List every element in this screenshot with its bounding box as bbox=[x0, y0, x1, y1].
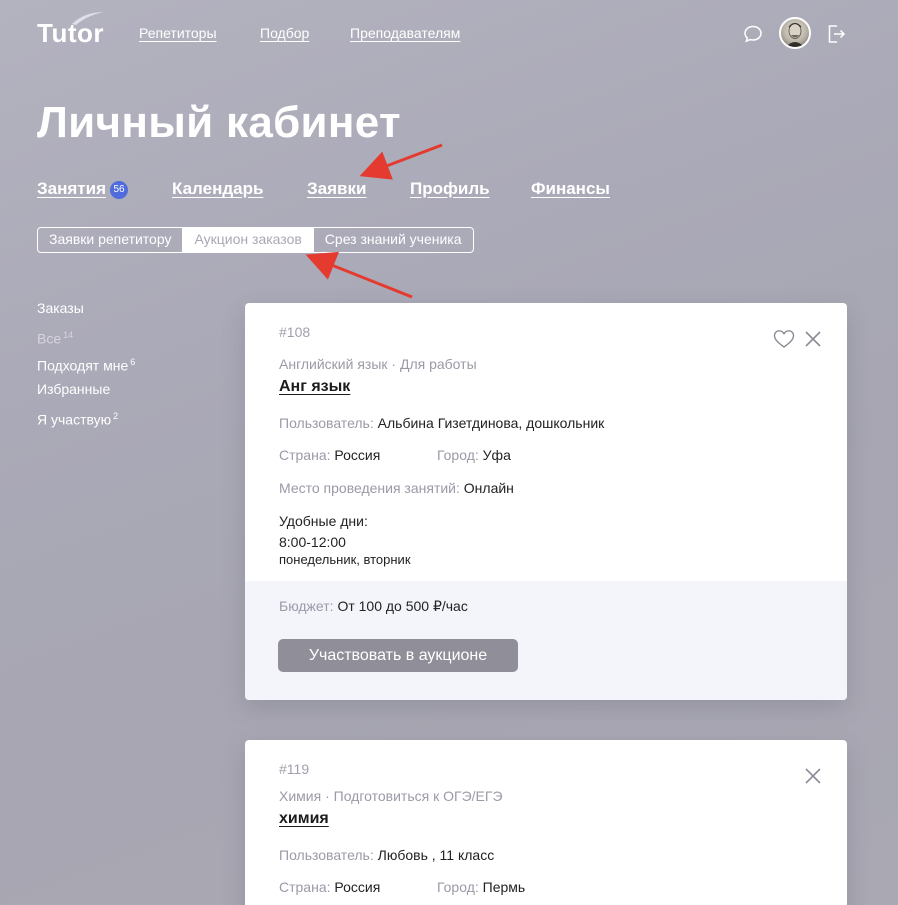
place-label: Место проведения занятий: bbox=[279, 480, 460, 496]
sidebar-heading: Заказы bbox=[37, 300, 84, 316]
sidebar-item-label: Подходят мне bbox=[37, 357, 129, 374]
order-user-row: Пользователь: Любовь , 11 класс bbox=[279, 847, 494, 863]
time-value: 8:00-12:00 bbox=[279, 534, 346, 550]
close-icon[interactable] bbox=[803, 329, 823, 349]
arrow-to-requests-tab bbox=[359, 143, 443, 180]
order-budget-row: Бюджет: От 100 до 500 ₽/час bbox=[279, 598, 468, 615]
favorite-heart-icon[interactable] bbox=[773, 329, 795, 349]
subtabs: Заявки репетитору Аукцион заказов Срез з… bbox=[37, 227, 474, 253]
subtab-order-auction[interactable]: Аукцион заказов bbox=[183, 228, 314, 252]
order-title[interactable]: Анг язык bbox=[279, 378, 350, 396]
sidebar-item-label: Я участвую bbox=[37, 411, 112, 428]
close-icon[interactable] bbox=[803, 766, 823, 786]
order-subject: Английский язык · Для работы bbox=[279, 356, 477, 372]
country-value: Россия bbox=[334, 879, 381, 895]
days-label: Удобные дни: bbox=[279, 513, 368, 529]
sidebar-item-all[interactable]: Все 14 bbox=[37, 327, 135, 354]
order-country-row: Страна: Россия bbox=[279, 447, 380, 463]
country-value: Россия bbox=[334, 447, 381, 463]
logo-swoosh-icon bbox=[72, 12, 104, 25]
avatar-portrait-icon bbox=[786, 22, 804, 47]
order-user-row: Пользователь: Альбина Гизетдинова, дошко… bbox=[279, 415, 604, 431]
subtab-tutor-requests[interactable]: Заявки репетитору bbox=[38, 228, 184, 252]
order-place-row: Место проведения занятий: Онлайн bbox=[279, 480, 514, 496]
user-value: Любовь , 11 класс bbox=[377, 847, 495, 863]
days-value: понедельник, вторник bbox=[279, 552, 411, 567]
logout-icon[interactable] bbox=[826, 23, 846, 45]
nav-link-match[interactable]: Подбор bbox=[260, 25, 309, 41]
order-city-row: Город: Пермь bbox=[437, 879, 525, 895]
sidebar-item-label: Все bbox=[37, 330, 62, 347]
page-title: Личный кабинет bbox=[37, 98, 401, 147]
country-label: Страна: bbox=[279, 879, 331, 895]
order-card: #119 Химия · Подготовиться к ОГЭ/ЕГЭ хим… bbox=[245, 740, 847, 905]
header: Tutor Репетиторы Подбор Преподавателям bbox=[0, 0, 898, 70]
order-card: #108 Английский язык · Для работы Анг яз… bbox=[245, 303, 847, 700]
sidebar-item-count: 14 bbox=[63, 330, 74, 340]
order-title[interactable]: химия bbox=[279, 810, 329, 828]
tab-calendar[interactable]: Календарь bbox=[172, 179, 263, 199]
sidebar-item-count: 2 bbox=[113, 411, 119, 421]
order-id: #119 bbox=[279, 761, 310, 777]
city-label: Город: bbox=[437, 447, 479, 463]
city-label: Город: bbox=[437, 879, 479, 895]
sidebar-item-label: Избранные bbox=[37, 381, 111, 397]
sidebar-item-suitable[interactable]: Подходят мне 6 bbox=[37, 354, 135, 381]
city-value: Пермь bbox=[482, 879, 526, 895]
user-value: Альбина Гизетдинова, дошкольник bbox=[377, 415, 605, 431]
nav-link-tutors[interactable]: Репетиторы bbox=[139, 25, 217, 41]
nav-link-teachers[interactable]: Преподавателям bbox=[350, 25, 460, 41]
sidebar-item-participating[interactable]: Я участвую 2 bbox=[37, 408, 135, 435]
tab-profile[interactable]: Профиль bbox=[410, 179, 490, 199]
tab-lessons[interactable]: Занятия 56 bbox=[37, 179, 128, 199]
tab-requests[interactable]: Заявки bbox=[307, 179, 366, 199]
arrow-to-auction-subtab bbox=[305, 251, 413, 299]
join-auction-button[interactable]: Участвовать в аукционе bbox=[278, 639, 518, 672]
city-value: Уфа bbox=[482, 447, 511, 463]
chat-icon[interactable] bbox=[743, 24, 763, 44]
budget-value: От 100 до 500 ₽/час bbox=[337, 598, 468, 614]
orders-sidebar: Заказы Все 14 Подходят мне 6 Избранные Я у… bbox=[37, 300, 135, 435]
place-value: Онлайн bbox=[463, 480, 514, 496]
order-id: #108 bbox=[279, 324, 311, 340]
user-label: Пользователь: bbox=[279, 847, 374, 863]
order-city-row: Город: Уфа bbox=[437, 447, 511, 463]
tab-finance[interactable]: Финансы bbox=[531, 179, 610, 199]
order-country-row: Страна: Россия bbox=[279, 879, 380, 895]
subtab-student-knowledge[interactable]: Срез знаний ученика bbox=[314, 228, 473, 252]
budget-label: Бюджет: bbox=[279, 598, 334, 614]
order-subject: Химия · Подготовиться к ОГЭ/ЕГЭ bbox=[279, 788, 503, 804]
avatar[interactable] bbox=[779, 17, 811, 49]
country-label: Страна: bbox=[279, 447, 331, 463]
user-label: Пользователь: bbox=[279, 415, 374, 431]
lessons-count-badge: 56 bbox=[110, 180, 128, 199]
sidebar-item-count: 6 bbox=[130, 357, 136, 367]
tab-lessons-label: Занятия bbox=[37, 179, 106, 198]
sidebar-item-favorites[interactable]: Избранные bbox=[37, 381, 135, 408]
